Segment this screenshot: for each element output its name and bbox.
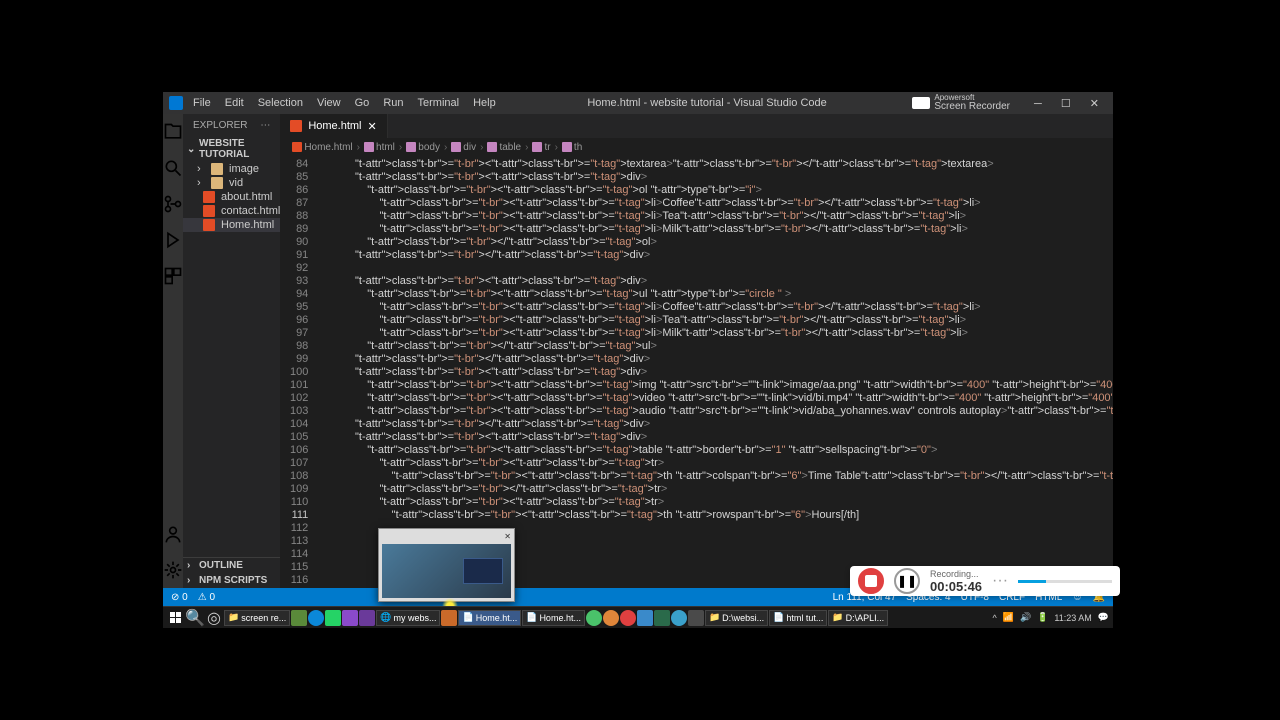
close-button[interactable]: ✕ <box>1082 98 1107 110</box>
taskbar-app[interactable]: 📁screen re... <box>224 610 290 626</box>
camera-icon <box>912 97 930 109</box>
vscode-window: File Edit Selection View Go Run Terminal… <box>163 92 1113 606</box>
taskbar-app[interactable]: 🌐my webs... <box>376 610 440 626</box>
tray-volume-icon[interactable]: 🔊 <box>1020 612 1031 623</box>
taskbar-app[interactable]: 📄html tut... <box>769 610 827 626</box>
recorder-stop-button[interactable] <box>858 568 884 594</box>
recorder-widget: ❚❚ Recording... 00:05:46 ··· <box>850 566 1120 596</box>
tab-close-icon[interactable]: ✕ <box>368 120 377 133</box>
menu-help[interactable]: Help <box>467 95 502 111</box>
tab-bar: Home.html ✕ <box>280 114 1113 138</box>
sidebar-item-image[interactable]: ›image <box>183 162 280 176</box>
menu-go[interactable]: Go <box>349 95 376 111</box>
tray-notifications-icon[interactable]: 💬 <box>1098 612 1109 623</box>
debug-icon[interactable] <box>163 230 183 250</box>
tray-clock[interactable]: 11:23 AM <box>1054 613 1091 623</box>
menu-file[interactable]: File <box>187 95 217 111</box>
activity-bar <box>163 114 183 588</box>
menu-bar: File Edit Selection View Go Run Terminal… <box>187 95 502 111</box>
extensions-icon[interactable] <box>163 266 183 286</box>
menu-edit[interactable]: Edit <box>219 95 250 111</box>
recorder-time: 00:05:46 <box>930 579 982 594</box>
recorder-status: Recording... <box>930 569 982 579</box>
status-errors[interactable]: ⊘ 0 <box>171 592 188 603</box>
sidebar-item-home[interactable]: Home.html <box>183 218 280 232</box>
search-icon[interactable] <box>163 158 183 178</box>
maximize-button[interactable]: ☐ <box>1053 98 1079 110</box>
menu-view[interactable]: View <box>311 95 347 111</box>
menu-run[interactable]: Run <box>377 95 409 111</box>
recorder-progress <box>1018 580 1112 583</box>
npm-scripts-section[interactable]: ›NPM SCRIPTS <box>183 573 280 588</box>
status-warnings[interactable]: ⚠ 0 <box>198 592 215 603</box>
menu-terminal[interactable]: Terminal <box>412 95 466 111</box>
menu-selection[interactable]: Selection <box>252 95 309 111</box>
editor-content[interactable]: 8485868788899091929394959697989910010110… <box>280 156 1113 588</box>
html-file-icon <box>290 120 302 132</box>
source-control-icon[interactable] <box>163 194 183 214</box>
thumbnail-close-icon[interactable]: ✕ <box>504 532 511 542</box>
taskbar-app[interactable]: 📄Home.ht... <box>522 610 585 626</box>
explorer-sidebar: EXPLORER ⋯ ⌄WEBSITE TUTORIAL ›image ›vid… <box>183 114 280 588</box>
taskbar-app[interactable]: 📁D:\APLI... <box>828 610 888 626</box>
line-numbers: 8485868788899091929394959697989910010110… <box>280 156 318 588</box>
apowersoft-overlay: Apowersoft Screen Recorder <box>912 94 1010 112</box>
tray-battery-icon[interactable]: 🔋 <box>1037 612 1048 623</box>
account-icon[interactable] <box>163 524 183 544</box>
explorer-icon[interactable] <box>163 122 183 142</box>
sidebar-item-contact[interactable]: contact.html <box>183 204 280 218</box>
taskbar-app[interactable]: 📁D:\websi... <box>705 610 768 626</box>
window-controls: ─ ☐ ✕ <box>1026 97 1107 110</box>
settings-icon[interactable] <box>163 560 183 580</box>
folder-root[interactable]: ⌄WEBSITE TUTORIAL <box>183 136 280 162</box>
explorer-title: EXPLORER <box>193 120 247 131</box>
code-area[interactable]: "t-attr">class"t-br">="t-br"><"t-attr">c… <box>318 156 1113 588</box>
search-icon[interactable]: 🔍 <box>186 610 204 626</box>
titlebar: File Edit Selection View Go Run Terminal… <box>163 92 1113 114</box>
window-title: Home.html - website tutorial - Visual St… <box>587 97 826 109</box>
vscode-icon <box>169 96 183 110</box>
windows-taskbar: 🔍 ◎ 📁screen re... 🌐my webs... 📄Home.ht..… <box>163 606 1113 628</box>
breadcrumb[interactable]: Home.html› html› body› div› table› tr› t… <box>280 138 1113 156</box>
explorer-more-icon[interactable]: ⋯ <box>260 120 270 131</box>
sidebar-item-about[interactable]: about.html <box>183 190 280 204</box>
task-view-icon[interactable]: ◎ <box>205 610 223 626</box>
taskbar-app[interactable]: 📄Home.ht... <box>458 610 521 626</box>
tray-wifi-icon[interactable]: 📶 <box>1003 612 1014 623</box>
start-button[interactable] <box>167 610 185 626</box>
outline-section[interactable]: ›OUTLINE <box>183 558 280 573</box>
recorder-pause-button[interactable]: ❚❚ <box>894 568 920 594</box>
minimize-button[interactable]: ─ <box>1026 98 1050 110</box>
tab-home-html[interactable]: Home.html ✕ <box>280 114 387 138</box>
editor-area: Home.html ✕ Home.html› html› body› div› … <box>280 114 1113 588</box>
tray-chevron-icon[interactable]: ^ <box>993 613 997 623</box>
sidebar-item-vid[interactable]: ›vid <box>183 176 280 190</box>
taskbar-thumbnail-preview[interactable]: ✕ <box>378 528 515 602</box>
